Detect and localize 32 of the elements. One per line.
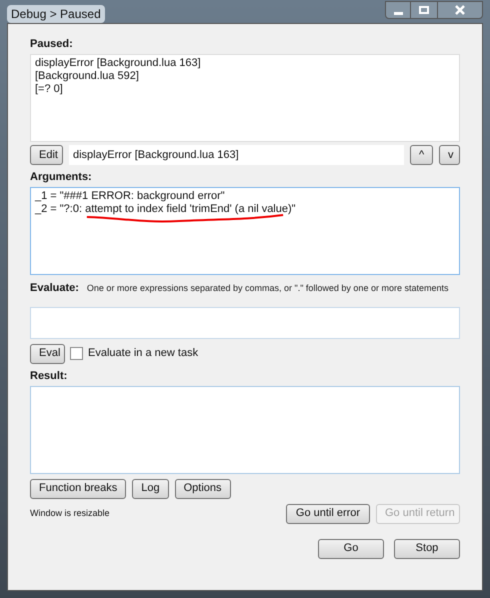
- section-label: Paused:: [30, 38, 73, 51]
- stack-entry[interactable]: displayError [Background.lua 163]: [35, 57, 455, 70]
- stack-entry[interactable]: [=? 0]: [35, 83, 455, 96]
- button[interactable]: Go: [318, 538, 384, 558]
- button[interactable]: Stop: [394, 538, 460, 558]
- button[interactable]: Log: [132, 478, 169, 498]
- close-button[interactable]: [437, 1, 483, 19]
- button[interactable]: Options: [174, 478, 231, 498]
- section-label: Result:: [30, 370, 68, 382]
- section-label: Evaluate:: [30, 282, 79, 295]
- checkbox-label[interactable]: Evaluate in a new task: [88, 345, 198, 362]
- frame-field[interactable]: displayError [Background.lua 163]: [69, 145, 404, 165]
- button[interactable]: Eval: [30, 344, 65, 364]
- stack-entry[interactable]: [Background.lua 592]: [35, 70, 455, 83]
- checkbox[interactable]: [70, 347, 83, 360]
- button[interactable]: ^: [410, 145, 433, 165]
- stack-list[interactable]: displayError [Background.lua 163] [Background.lua 592] [=? 0]: [30, 54, 460, 142]
- argument-line: _2 = "?:0: attempt to index field 'trimEnd' (a nil value)": [35, 203, 297, 216]
- close-icon: [455, 5, 465, 15]
- argument-line: _1 = "###1 ERROR: background error": [35, 190, 226, 203]
- maximize-button[interactable]: [411, 1, 437, 19]
- hint-text: One or more expressions separated by commas, or "." followed by one or more statements: [86, 282, 448, 295]
- minimize-button[interactable]: [385, 1, 411, 19]
- arguments-box[interactable]: _1 = "###1 ERROR: background error" _2 = "?:0: attempt to index field 'trimEnd' (a nil value)": [30, 187, 460, 275]
- evaluate-field[interactable]: [30, 306, 460, 338]
- status-text: Window is resizable: [30, 506, 110, 520]
- button[interactable]: Function breaks: [30, 478, 126, 498]
- section-label: Arguments:: [30, 171, 93, 184]
- button[interactable]: Edit: [30, 145, 63, 165]
- window-title: Debug > Paused: [7, 5, 105, 23]
- button[interactable]: v: [439, 145, 460, 165]
- button[interactable]: Go until error: [286, 504, 370, 524]
